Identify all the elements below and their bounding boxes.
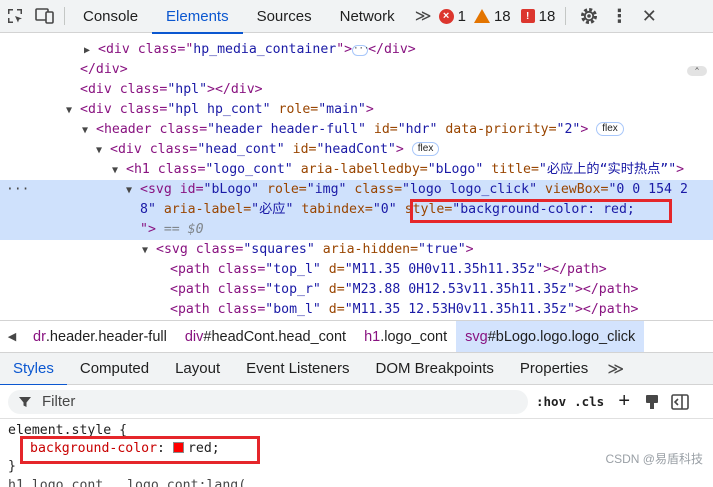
issues-icon: ! (520, 9, 535, 23)
breadcrumb-logo-cont[interactable]: h1 .logo_cont (355, 321, 456, 352)
tab-properties[interactable]: Properties (507, 353, 601, 385)
tab-dom-breakpoints[interactable]: DOM Breakpoints (363, 353, 507, 385)
collapse-arrow-icon[interactable]: ▼ (66, 101, 80, 121)
filter-placeholder: Filter (42, 393, 76, 410)
sidebar-panel-tabs: Styles Computed Layout Event Listeners D… (0, 352, 713, 386)
toggle-sidebar-icon[interactable] (666, 388, 694, 416)
tab-network[interactable]: Network (326, 0, 409, 33)
tab-event-listeners[interactable]: Event Listeners (233, 353, 362, 385)
filter-funnel-icon (19, 396, 31, 407)
dom-node-hpl[interactable]: <div class="hpl"></div> (80, 80, 263, 100)
device-toolbar-icon[interactable] (30, 0, 60, 33)
elements-dom-tree[interactable]: ⌃ ··· ▶ <div class="hp_media_container">·… (0, 33, 713, 320)
expand-arrow-icon[interactable]: ▶ (84, 41, 98, 61)
collapse-arrow-icon[interactable]: ▼ (142, 241, 156, 261)
settings-gear-icon[interactable] (574, 0, 604, 33)
tab-console[interactable]: Console (69, 0, 152, 33)
error-count-badge[interactable]: × 1 (438, 7, 466, 25)
toolbar-divider-2 (565, 7, 567, 25)
add-rule-icon[interactable]: + (610, 388, 638, 416)
breadcrumb-svg-blogo[interactable]: svg #bLogo.logo.logo_click (456, 321, 645, 352)
close-devtools-icon[interactable]: ✕ (634, 0, 664, 33)
dom-node-path-top-r[interactable]: <path class="top_r" d="M23.88 0H12.53v11… (170, 280, 638, 300)
flex-badge[interactable]: flex (596, 122, 624, 136)
collapsed-content-icon[interactable]: ··· (352, 45, 369, 56)
more-tabs-icon[interactable]: ≫ (409, 0, 435, 33)
next-rule-selector[interactable]: h1.logo_cont, .logo_cont:lang(... (8, 477, 270, 487)
hover-state-toggle[interactable]: :hov (536, 394, 566, 409)
inspect-element-icon[interactable] (0, 0, 30, 33)
warning-count-badge[interactable]: 18 (473, 7, 511, 25)
dom-node-header[interactable]: ▼ <header class="header header-full" id="… (82, 120, 624, 140)
watermark: CSDN @易盾科技 (605, 452, 703, 466)
console-reference: == $0 (155, 222, 204, 237)
more-options-icon[interactable]: ⋮ (604, 0, 634, 33)
tab-layout[interactable]: Layout (162, 353, 233, 385)
tab-computed[interactable]: Computed (67, 353, 162, 385)
toolbar-divider (64, 7, 65, 25)
scroll-top-icon[interactable]: ⌃ (687, 66, 707, 76)
error-count: 1 (457, 7, 466, 25)
warning-icon (473, 9, 490, 23)
error-icon: × (438, 8, 454, 24)
dom-node-svg-squares[interactable]: ▼ <svg class="squares" aria-hidden="true"… (142, 240, 474, 260)
node-options-icon[interactable]: ··· (6, 180, 29, 200)
breadcrumb-head-cont[interactable]: div #headCont.head_cont (176, 321, 355, 352)
dom-node-head-cont[interactable]: ▼ <div class="head_cont" id="headCont"> f… (96, 140, 440, 161)
declaration-annotation-box (20, 436, 260, 464)
flex-badge[interactable]: flex (411, 142, 440, 156)
color-palette-icon[interactable] (638, 388, 666, 416)
collapse-arrow-icon[interactable]: ▼ (112, 161, 126, 181)
devtools-toolbar: Console Elements Sources Network ≫ × 1 1… (0, 0, 713, 34)
collapse-arrow-icon[interactable]: ▼ (82, 121, 96, 141)
style-attribute-annotation-box (410, 199, 672, 223)
collapse-arrow-icon[interactable]: ▼ (126, 181, 140, 201)
more-panels-icon[interactable]: ≫ (601, 352, 627, 385)
tab-sources[interactable]: Sources (243, 0, 326, 33)
tab-styles[interactable]: Styles (0, 353, 67, 386)
dom-node-svg-blogo-end: "> == $0 (140, 222, 204, 237)
dom-node-svg-blogo-selected[interactable]: ▼ <svg id="bLogo" role="img" class="logo … (126, 180, 688, 200)
dom-close-div[interactable]: </div> (80, 60, 128, 80)
styles-filter-bar: Filter :hov .cls + (0, 385, 713, 419)
dom-node-hpl-hp-cont[interactable]: ▼ <div class="hpl hp_cont" role="main"> (66, 100, 374, 120)
breadcrumb: ◀ dr .header.header-full div #headCont.hea… (0, 320, 713, 353)
issues-count: 18 (538, 7, 556, 25)
class-toggle[interactable]: .cls (574, 394, 604, 409)
collapse-arrow-icon[interactable]: ▼ (96, 141, 110, 161)
dom-node-h1-logo-cont[interactable]: ▼ <h1 class="logo_cont" aria-labelledby="… (112, 160, 684, 180)
dom-node-hp-media-container[interactable]: ▶ <div class="hp_media_container">···</di… (84, 40, 416, 60)
element-style-close: } (8, 459, 16, 474)
breadcrumb-header[interactable]: dr .header.header-full (24, 321, 176, 352)
dom-node-path-bom-l[interactable]: <path class="bom_l" d="M11.35 12.53H0v11… (170, 300, 638, 320)
breadcrumb-scroll-left-icon[interactable]: ◀ (0, 330, 24, 343)
styles-filter-input[interactable]: Filter (8, 389, 528, 414)
warning-count: 18 (493, 7, 511, 25)
issues-count-badge[interactable]: ! 18 (520, 7, 556, 25)
tab-elements[interactable]: Elements (152, 0, 243, 34)
dom-node-path-top-l[interactable]: <path class="top_l" d="M11.35 0H0v11.35h… (170, 260, 607, 280)
